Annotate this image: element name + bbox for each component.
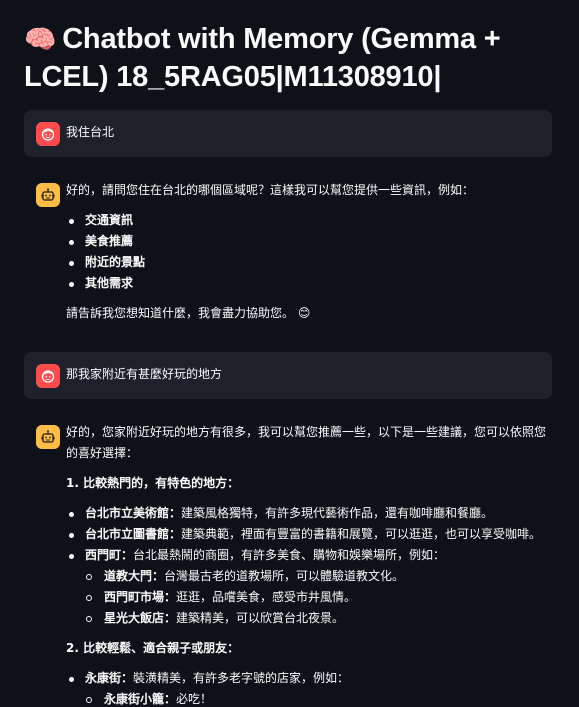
sub-list-item: 西門町市場：逛逛，品嚐美食，感受市井風情。: [66, 587, 550, 608]
place-name: 台北市立美術館：: [85, 506, 182, 520]
list-item: 西門町：台北最熱鬧的商圈，有許多美食、購物和娛樂場所，例如： 道教大門：台灣最古…: [66, 545, 550, 629]
place-desc: 台灣最古老的道教場所，可以體驗道教文化。: [164, 569, 405, 583]
place-desc: 建築精美，可以欣賞台北夜景。: [176, 611, 345, 625]
user-message-text: 我住台北: [66, 125, 115, 139]
list-item: 附近的景點: [66, 252, 550, 273]
place-desc: 逛逛，品嚐美食，感受市井風情。: [176, 590, 357, 604]
sub-list-item: 永康街小籠：必吃！: [66, 689, 550, 707]
chat-message-assistant: 好的，您家附近好玩的地方有很多，我可以幫您推薦一些，以下是一些建議，您可以依照您…: [24, 422, 552, 707]
place-name: 台北市立圖書館：: [85, 527, 182, 541]
place-name: 永康街小籠：: [104, 692, 177, 706]
robot-icon: [36, 425, 60, 449]
assistant-intro: 好的，您家附近好玩的地方有很多，我可以幫您推薦一些，以下是一些建議，您可以依照您…: [66, 425, 547, 460]
place-desc: 台北最熱鬧的商圈，有許多美食、購物和娛樂場所，例如：: [133, 548, 446, 562]
robot-icon: [36, 183, 60, 207]
user-face-icon: [36, 122, 60, 146]
chat-message-user: 那我家附近有甚麼好玩的地方: [24, 352, 552, 399]
sub-list-item: 星光大飯店：建築精美，可以欣賞台北夜景。: [66, 608, 550, 629]
place-list: 永康街：裝潢精美，有許多老字號的店家，例如： 永康街小籠：必吃！: [66, 668, 550, 707]
list-item: 台北市立圖書館：建築典範，裡面有豐富的書籍和展覽，可以逛逛，也可以享受咖啡。: [66, 524, 550, 545]
suggestion-list: 交通資訊 美食推薦 附近的景點 其他需求: [66, 210, 550, 294]
smile-emoji: 😊: [297, 306, 311, 320]
user-face-icon: [36, 364, 60, 388]
assistant-message-body: 好的，請問您住在台北的哪個區域呢？這樣我可以幫您提供一些資訊，例如： 交通資訊 …: [66, 180, 550, 324]
place-name: 道教大門：: [104, 569, 165, 583]
place-name: 西門町市場：: [104, 590, 177, 604]
chat-message-user: 我住台北: [24, 110, 552, 157]
place-list: 台北市立美術館：建築風格獨特，有許多現代藝術作品，還有咖啡廳和餐廳。 台北市立圖…: [66, 503, 550, 629]
assistant-outro: 請告訴我您想知道什麼，我會盡力協助您。 😊: [66, 303, 550, 324]
place-desc: 裝潢精美，有許多老字號的店家，例如：: [133, 671, 350, 685]
list-item: 交通資訊: [66, 210, 550, 231]
assistant-outro-text: 請告訴我您想知道什麼，我會盡力協助您。: [66, 306, 295, 320]
place-desc: 建築風格獨特，有許多現代藝術作品，還有咖啡廳和餐廳。: [181, 506, 494, 520]
list-item: 其他需求: [66, 273, 550, 294]
list-item: 台北市立美術館：建築風格獨特，有許多現代藝術作品，還有咖啡廳和餐廳。: [66, 503, 550, 524]
chat-page: 🧠 Chatbot with Memory (Gemma + LCEL) 18_5…: [0, 0, 579, 707]
sub-list: 道教大門：台灣最古老的道教場所，可以體驗道教文化。 西門町市場：逛逛，品嚐美食，…: [66, 566, 550, 629]
place-name: 星光大飯店：: [104, 611, 177, 625]
place-desc: 必吃！: [176, 692, 213, 706]
place-name: 永康街：: [85, 671, 134, 685]
section-heading: 2. 比較輕鬆、適合親子或朋友：: [66, 641, 240, 655]
chat-message-assistant: 好的，請問您住在台北的哪個區域呢？這樣我可以幫您提供一些資訊，例如： 交通資訊 …: [24, 180, 552, 330]
place-name: 西門町：: [85, 548, 134, 562]
assistant-message-body: 好的，您家附近好玩的地方有很多，我可以幫您推薦一些，以下是一些建議，您可以依照您…: [66, 422, 550, 707]
assistant-intro: 好的，請問您住在台北的哪個區域呢？這樣我可以幫您提供一些資訊，例如：: [66, 183, 475, 197]
page-title-text: Chatbot with Memory (Gemma + LCEL) 18_5R…: [24, 23, 501, 93]
page-title: 🧠 Chatbot with Memory (Gemma + LCEL) 18_5…: [24, 20, 564, 96]
brain-icon: 🧠: [24, 24, 57, 54]
list-item: 永康街：裝潢精美，有許多老字號的店家，例如： 永康街小籠：必吃！: [66, 668, 550, 707]
sub-list: 永康街小籠：必吃！: [66, 689, 550, 707]
list-item: 美食推薦: [66, 231, 550, 252]
user-message-text: 那我家附近有甚麼好玩的地方: [66, 367, 223, 381]
sub-list-item: 道教大門：台灣最古老的道教場所，可以體驗道教文化。: [66, 566, 550, 587]
section-heading: 1. 比較熱門的，有特色的地方：: [66, 476, 240, 490]
place-desc: 建築典範，裡面有豐富的書籍和展覽，可以逛逛，也可以享受咖啡。: [181, 527, 542, 541]
